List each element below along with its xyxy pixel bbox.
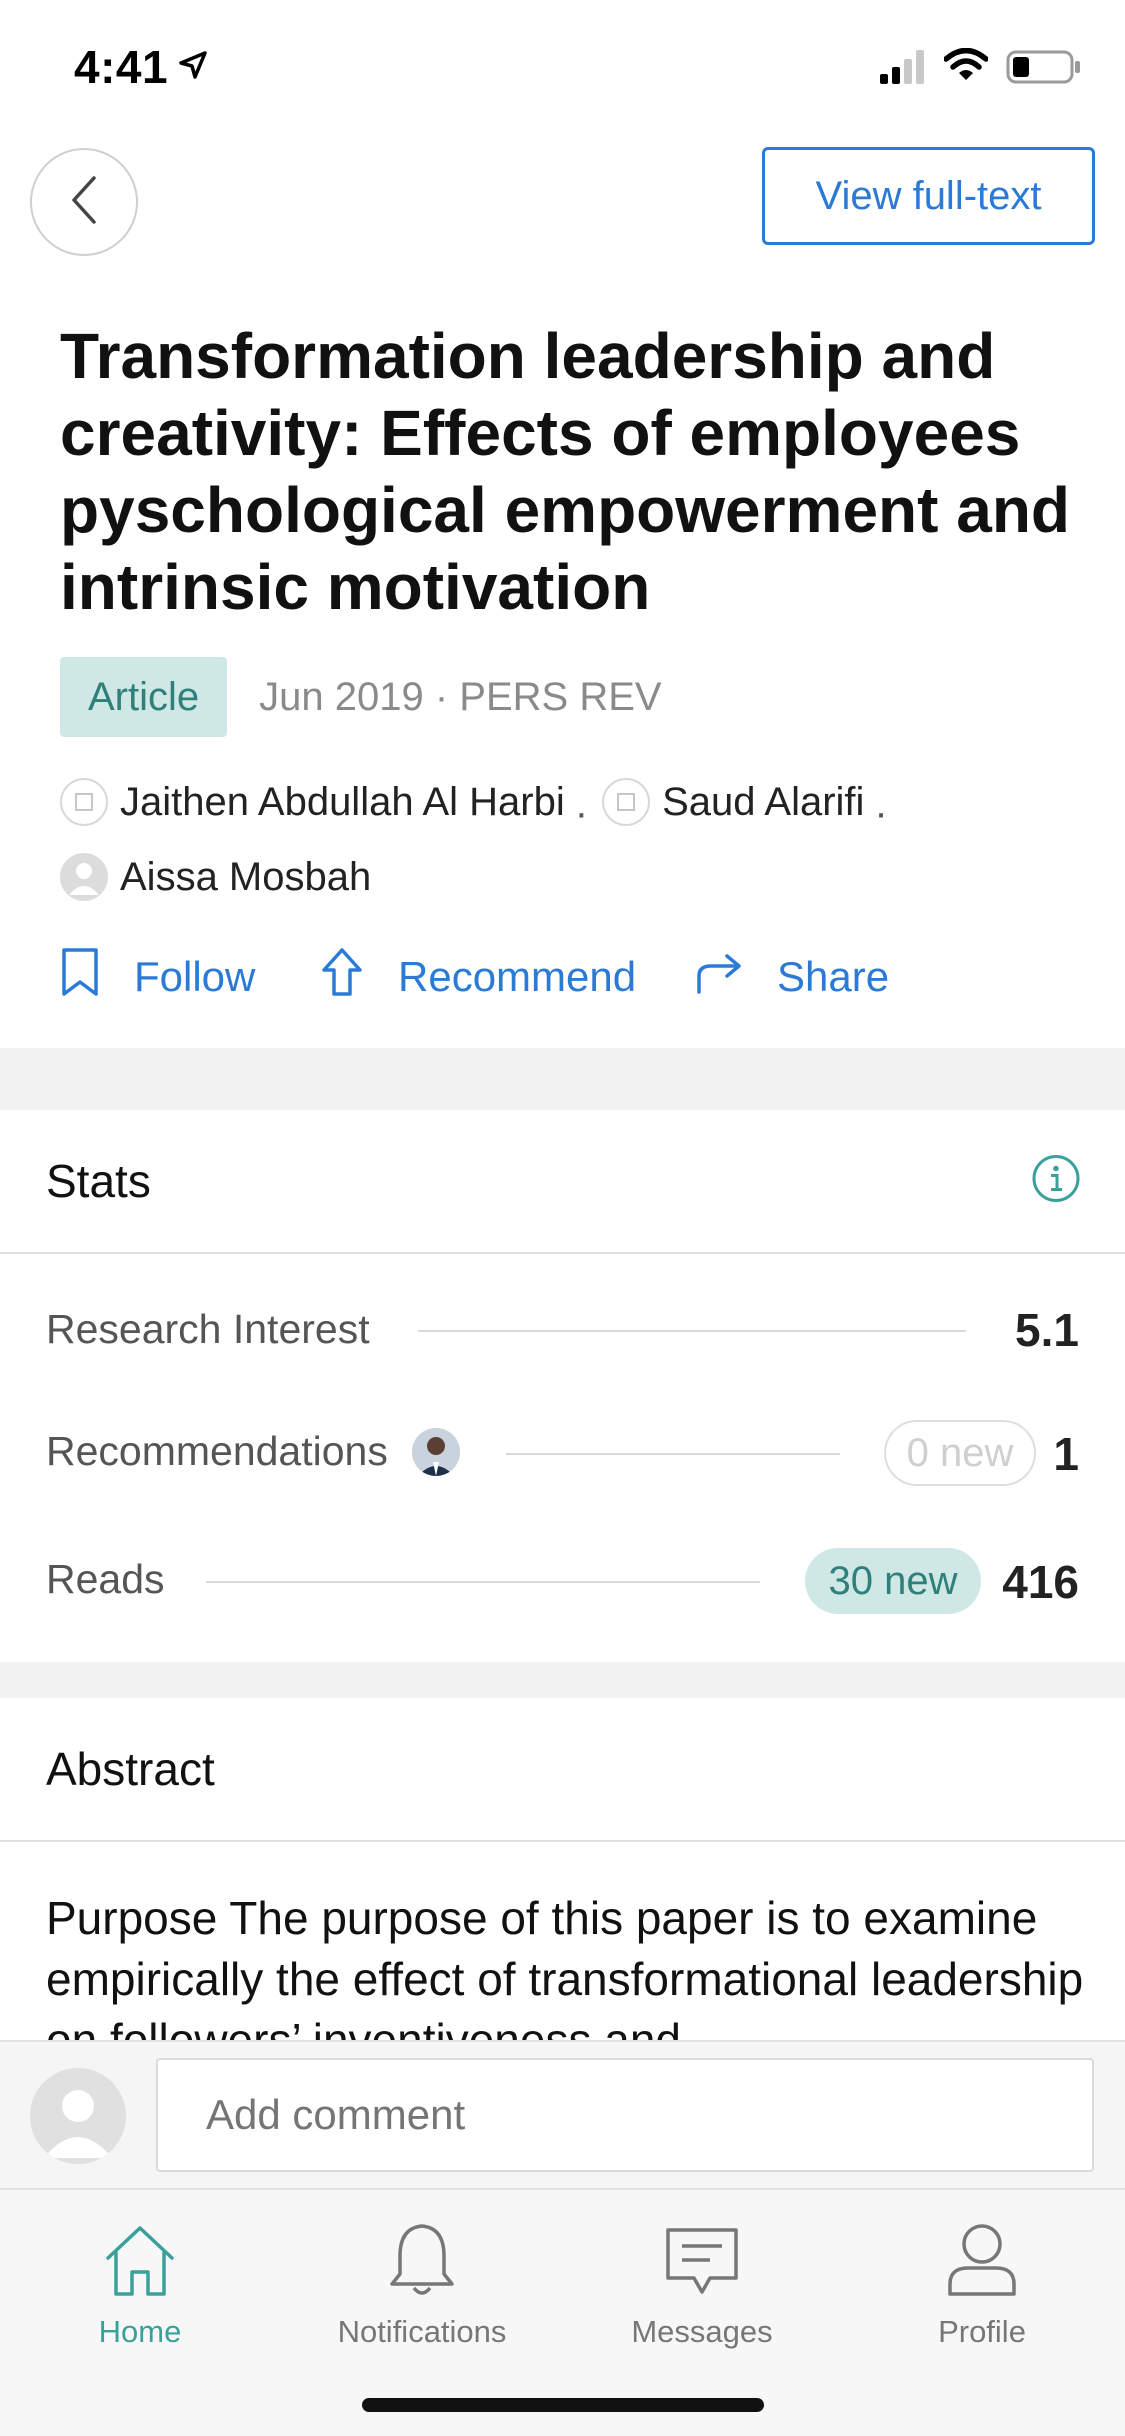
message-icon — [572, 2212, 832, 2298]
recommendations-label[interactable]: Recommendations — [46, 1428, 388, 1475]
follow-label: Follow — [134, 953, 256, 1000]
author-item[interactable]: Aissa Mosbah — [60, 845, 371, 909]
section-divider — [0, 1662, 1125, 1698]
author-separator: · — [874, 791, 888, 835]
stats-header: Stats — [0, 1110, 1125, 1254]
abstract-header: Abstract — [0, 1698, 1125, 1842]
reads-label[interactable]: Reads — [46, 1556, 165, 1603]
bell-icon — [292, 2212, 552, 2298]
author-name: Jaithen Abdullah Al Harbi — [120, 780, 565, 824]
battery-icon — [1006, 50, 1082, 89]
stat-divider-line — [418, 1330, 966, 1332]
share-button[interactable]: Share — [695, 950, 889, 1004]
wifi-icon — [943, 47, 989, 87]
research-interest-value: 5.1 — [1015, 1304, 1079, 1356]
reads-new-badge: 30 new — [805, 1548, 981, 1614]
tab-profile[interactable]: Profile — [852, 2212, 1112, 2350]
recommendations-value: 1 — [1053, 1428, 1079, 1480]
back-button[interactable] — [30, 148, 138, 256]
location-arrow-icon — [178, 50, 208, 85]
research-interest-label: Research Interest — [46, 1306, 370, 1352]
author-list: Jaithen Abdullah Al Harbi · Saud Alarifi… — [60, 770, 1080, 920]
abstract-panel: Purpose The purpose of this paper is to … — [0, 1842, 1125, 2040]
status-bar: 4:41 — [0, 0, 1125, 135]
arrow-up-icon — [320, 946, 398, 1008]
tab-label: Messages — [631, 2314, 773, 2349]
cellular-signal-icon — [880, 50, 926, 89]
comment-bar — [0, 2040, 1125, 2188]
follow-button[interactable]: Follow — [60, 946, 320, 1008]
user-avatar-placeholder-icon — [30, 2068, 126, 2164]
share-label: Share — [777, 953, 890, 1000]
status-time: 4:41 — [74, 41, 169, 93]
home-indicator — [362, 2398, 764, 2412]
recommender-avatar[interactable] — [412, 1428, 460, 1476]
article-meta: Article Jun 2019 · PERS REV — [60, 657, 662, 737]
author-item[interactable]: Jaithen Abdullah Al Harbi — [60, 770, 565, 834]
author-separator: · — [574, 791, 589, 835]
stat-divider-line — [506, 1453, 840, 1455]
info-icon[interactable] — [1031, 1154, 1081, 1209]
article-actions: Follow Recommend Share — [60, 945, 889, 1009]
tab-bar: Home Notifications Messages Profile — [0, 2188, 1125, 2436]
author-name: Aissa Mosbah — [120, 855, 372, 899]
comment-input[interactable] — [156, 2058, 1094, 2172]
reads-value: 416 — [1002, 1556, 1079, 1608]
stats-title: Stats — [46, 1155, 151, 1207]
tab-label: Notifications — [337, 2314, 507, 2349]
share-arrow-icon — [695, 950, 777, 1004]
person-placeholder-icon — [60, 853, 108, 901]
profile-icon — [852, 2212, 1112, 2298]
tab-notifications[interactable]: Notifications — [292, 2212, 552, 2350]
section-divider — [0, 1048, 1125, 1110]
stat-divider-line — [206, 1581, 760, 1583]
abstract-title: Abstract — [46, 1743, 215, 1795]
bookmark-icon — [60, 946, 134, 1008]
recommend-label: Recommend — [398, 953, 637, 1000]
tab-messages[interactable]: Messages — [572, 2212, 832, 2350]
chevron-left-icon — [64, 172, 104, 233]
tab-label: Home — [98, 2314, 182, 2349]
article-type-badge: Article — [60, 657, 228, 737]
tab-home[interactable]: Home — [10, 2212, 270, 2350]
recommendations-new-badge: 0 new — [884, 1420, 1036, 1486]
recommend-button[interactable]: Recommend — [320, 946, 695, 1008]
institution-icon — [60, 778, 108, 826]
home-icon — [10, 2212, 270, 2298]
publication-info: Jun 2019 · PERS REV — [259, 674, 662, 719]
view-full-text-button[interactable]: View full-text — [762, 147, 1095, 245]
abstract-text: Purpose The purpose of this paper is to … — [46, 1892, 1084, 2040]
tab-label: Profile — [938, 2314, 1026, 2349]
author-name: Saud Alarifi — [662, 780, 865, 824]
author-item[interactable]: Saud Alarifi — [602, 770, 864, 834]
article-title: Transformation leadership and creativity… — [60, 320, 1070, 623]
institution-icon — [602, 778, 651, 826]
